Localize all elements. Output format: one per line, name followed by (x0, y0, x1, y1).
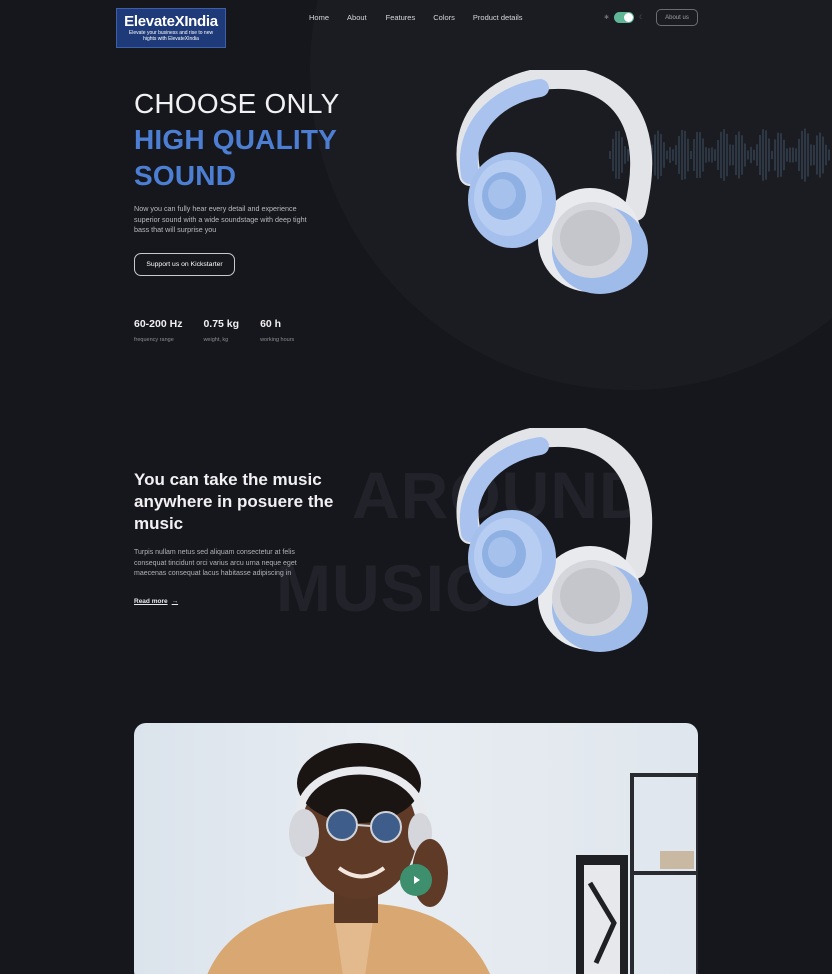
read-more-label: Read more (134, 598, 168, 605)
kickstarter-button[interactable]: Support us on Kickstarter (134, 253, 235, 276)
nav-home[interactable]: Home (309, 13, 329, 22)
hero-title: CHOOSE ONLY HIGH QUALITY SOUND (134, 86, 340, 194)
brand-name: ElevateXIndia (124, 12, 218, 30)
hero-title-line2: HIGH QUALITY (134, 124, 338, 155)
nav-about[interactable]: About (347, 13, 367, 22)
arrow-right-icon: → (171, 598, 179, 605)
stat-frequency: 60-200 Hz frequency range (134, 318, 182, 343)
section-title: You can take the music anywhere in posue… (134, 470, 334, 533)
video-scene-illustration (207, 743, 698, 974)
stat-label: weight, kg (203, 337, 229, 343)
nav-colors[interactable]: Colors (433, 13, 455, 22)
stat-weight: 0.75 kg weight, kg (203, 318, 239, 343)
stat-label: frequency range (134, 337, 174, 343)
section-description: Turpis nullam netus sed aliquam consecte… (134, 549, 297, 577)
video-thumbnail[interactable] (134, 723, 698, 974)
page: ElevateXIndia Elevate your business and … (0, 0, 832, 974)
stat-label: working hours (260, 337, 295, 343)
theme-toggle[interactable] (614, 12, 635, 23)
main-nav: Home About Features Colors Product detai… (309, 13, 523, 22)
stat-value: 60 h (260, 318, 282, 330)
nav-features[interactable]: Features (386, 13, 416, 22)
sun-icon: ✱ (604, 15, 610, 21)
play-button[interactable] (400, 864, 432, 896)
stat-value: 60-200 Hz (134, 318, 183, 330)
moon-icon: ☾ (639, 15, 645, 21)
headphones-image-secondary (456, 428, 653, 652)
theme-toggle-group: ✱ ☾ (604, 12, 644, 23)
headphones-image (456, 70, 653, 294)
stat-working-hours: 60 h working hours (260, 318, 294, 343)
stats-row: 60-200 Hz frequency range 0.75 kg weight… (134, 318, 294, 343)
about-us-button[interactable]: About us (656, 9, 698, 26)
hero-title-line1: CHOOSE ONLY (134, 88, 340, 119)
hero-title-line3: SOUND (134, 160, 237, 191)
nav-product-details[interactable]: Product details (473, 13, 523, 22)
hero-description: Now you can fully hear every detail and … (134, 204, 307, 234)
read-more-link[interactable]: Read more → (134, 598, 178, 605)
stat-value: 0.75 kg (203, 318, 240, 330)
brand-tagline: Elevate your business and rise to new hi… (128, 29, 214, 42)
brand-logo[interactable]: ElevateXIndia Elevate your business and … (116, 8, 226, 48)
